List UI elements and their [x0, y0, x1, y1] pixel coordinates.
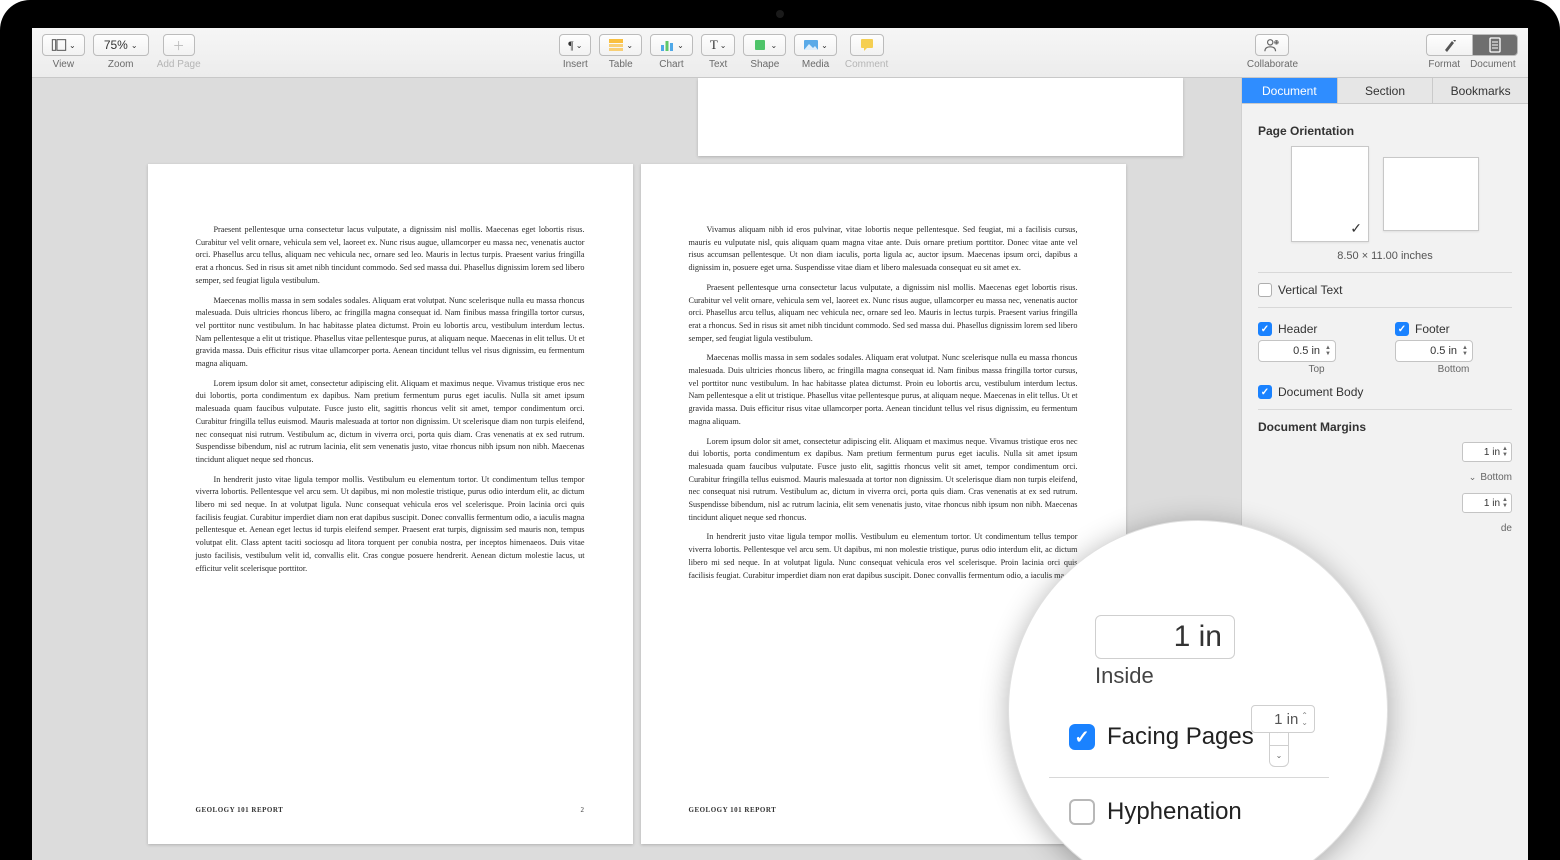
stepper-icon[interactable]: ⌃⌄: [1301, 712, 1308, 726]
format-label: Format: [1428, 59, 1460, 70]
hyphenation-label: Hyphenation: [1107, 798, 1242, 826]
tab-document[interactable]: Document: [1242, 78, 1338, 103]
chart-icon: [659, 37, 675, 53]
view-icon: [51, 37, 67, 53]
margin-bottom-label: Bottom: [1480, 472, 1512, 483]
facing-pages-label: Facing Pages: [1107, 723, 1254, 751]
inside-margin-input[interactable]: 1 in: [1095, 615, 1235, 659]
paragraph: Maecenas mollis massa in sem sodales sod…: [196, 295, 585, 371]
comment-button[interactable]: [850, 34, 884, 56]
media-label: Media: [802, 59, 829, 70]
media-button[interactable]: ⌄: [794, 34, 837, 56]
format-icon: [1442, 37, 1458, 53]
page-orientation-heading: Page Orientation: [1258, 124, 1512, 138]
comment-label: Comment: [845, 59, 888, 70]
page-left: Praesent pellentesque urna consectetur l…: [148, 164, 633, 844]
facing-pages-checkbox[interactable]: ✓: [1069, 724, 1095, 750]
document-body-checkbox[interactable]: [1258, 385, 1272, 399]
document-button[interactable]: [1472, 34, 1518, 56]
stepper-icon[interactable]: ▲▼: [1502, 497, 1508, 509]
paragraph: Vivamus aliquam nibh id eros pulvinar, v…: [689, 224, 1078, 275]
shape-icon: [752, 37, 768, 53]
top-label: Top: [1258, 364, 1375, 375]
page-number-left: 2: [581, 806, 585, 814]
stepper-icon[interactable]: ▲▼: [1462, 345, 1468, 357]
header-top-input[interactable]: 0.5 in▲▼: [1258, 340, 1336, 362]
table-label: Table: [609, 59, 633, 70]
paragraph: Lorem ipsum dolor sit amet, consectetur …: [689, 436, 1078, 525]
shape-label: Shape: [750, 59, 779, 70]
vertical-text-checkbox[interactable]: [1258, 283, 1272, 297]
zoom-value: 75%: [104, 38, 128, 52]
footer-label: Footer: [1415, 322, 1450, 336]
footer-checkbox[interactable]: [1395, 322, 1409, 336]
chart-button[interactable]: ⌄: [650, 34, 693, 56]
text-button[interactable]: T ⌄: [701, 34, 736, 56]
paragraph: In hendrerit justo vitae ligula tempor m…: [196, 474, 585, 576]
stepper-icon[interactable]: ▲▼: [1325, 345, 1331, 357]
vertical-text-label: Vertical Text: [1278, 283, 1342, 297]
paper-size: 8.50 × 11.00 inches: [1258, 250, 1512, 262]
divider: [1258, 272, 1512, 273]
header-label: Header: [1278, 322, 1317, 336]
zoom-dropdown[interactable]: 75% ⌄: [93, 34, 149, 56]
add-page-label: Add Page: [157, 59, 201, 70]
side-margin-input[interactable]: 1 in⌃⌄: [1251, 705, 1315, 733]
collaborate-icon: [1264, 37, 1280, 53]
hyphenation-checkbox[interactable]: [1069, 799, 1095, 825]
table-icon: [608, 37, 624, 53]
footer-title-right: GEOLOGY 101 REPORT: [689, 806, 777, 814]
orientation-landscape[interactable]: [1383, 157, 1479, 231]
document-icon: [1487, 37, 1503, 53]
paragraph: Praesent pellentesque urna consectetur l…: [196, 224, 585, 288]
insert-button[interactable]: ¶⌄: [559, 34, 591, 56]
margin-input[interactable]: 1 in▲▼: [1462, 493, 1512, 513]
shape-button[interactable]: ⌄: [743, 34, 786, 56]
text-label: Text: [709, 59, 727, 70]
paragraph: Maecenas mollis massa in sem sodales sod…: [689, 352, 1078, 428]
chevron-down-icon: ⌄: [1469, 472, 1477, 483]
media-icon: [803, 37, 819, 53]
divider: [1258, 307, 1512, 308]
margin-de-label: de: [1501, 523, 1512, 534]
divider: [1049, 777, 1329, 778]
paragraph: Praesent pellentesque urna consectetur l…: [689, 282, 1078, 346]
paragraph: Lorem ipsum dolor sit amet, consectetur …: [196, 378, 585, 467]
page-right-body: Vivamus aliquam nibh id eros pulvinar, v…: [689, 224, 1078, 589]
check-icon: ✓: [1350, 220, 1362, 237]
toolbar: ⌄ View 75% ⌄ Zoom ＋ Add Page ¶⌄ In: [32, 28, 1528, 78]
document-label: Document: [1470, 59, 1516, 70]
zoom-label: Zoom: [108, 59, 134, 70]
tab-section[interactable]: Section: [1338, 78, 1434, 103]
insert-label: Insert: [563, 59, 588, 70]
paragraph: In hendrerit justo vitae ligula tempor m…: [689, 531, 1078, 582]
collaborate-button[interactable]: [1255, 34, 1289, 56]
footer-bottom-input[interactable]: 0.5 in▲▼: [1395, 340, 1473, 362]
comment-icon: [859, 37, 875, 53]
document-body-label: Document Body: [1278, 385, 1363, 399]
table-button[interactable]: ⌄: [599, 34, 642, 56]
format-button[interactable]: [1426, 34, 1472, 56]
bottom-label: Bottom: [1395, 364, 1512, 375]
add-page-button[interactable]: ＋: [163, 34, 195, 56]
page-left-body: Praesent pellentesque urna consectetur l…: [196, 224, 585, 582]
divider: [1258, 409, 1512, 410]
view-button[interactable]: ⌄: [42, 34, 85, 56]
tab-bookmarks[interactable]: Bookmarks: [1433, 78, 1528, 103]
footer-title-left: GEOLOGY 101 REPORT: [196, 806, 284, 814]
laptop-camera: [776, 10, 784, 18]
margin-input[interactable]: 1 in▲▼: [1462, 442, 1512, 462]
text-icon: T: [710, 37, 718, 53]
inside-label: Inside: [1095, 663, 1154, 689]
document-margins-heading: Document Margins: [1258, 420, 1512, 434]
view-label: View: [53, 59, 75, 70]
orientation-portrait[interactable]: ✓: [1291, 146, 1369, 242]
header-checkbox[interactable]: [1258, 322, 1272, 336]
page-partial-top-right: [698, 78, 1183, 156]
collaborate-label: Collaborate: [1247, 59, 1298, 70]
stepper-icon[interactable]: ▲▼: [1502, 446, 1508, 458]
chart-label: Chart: [659, 59, 683, 70]
